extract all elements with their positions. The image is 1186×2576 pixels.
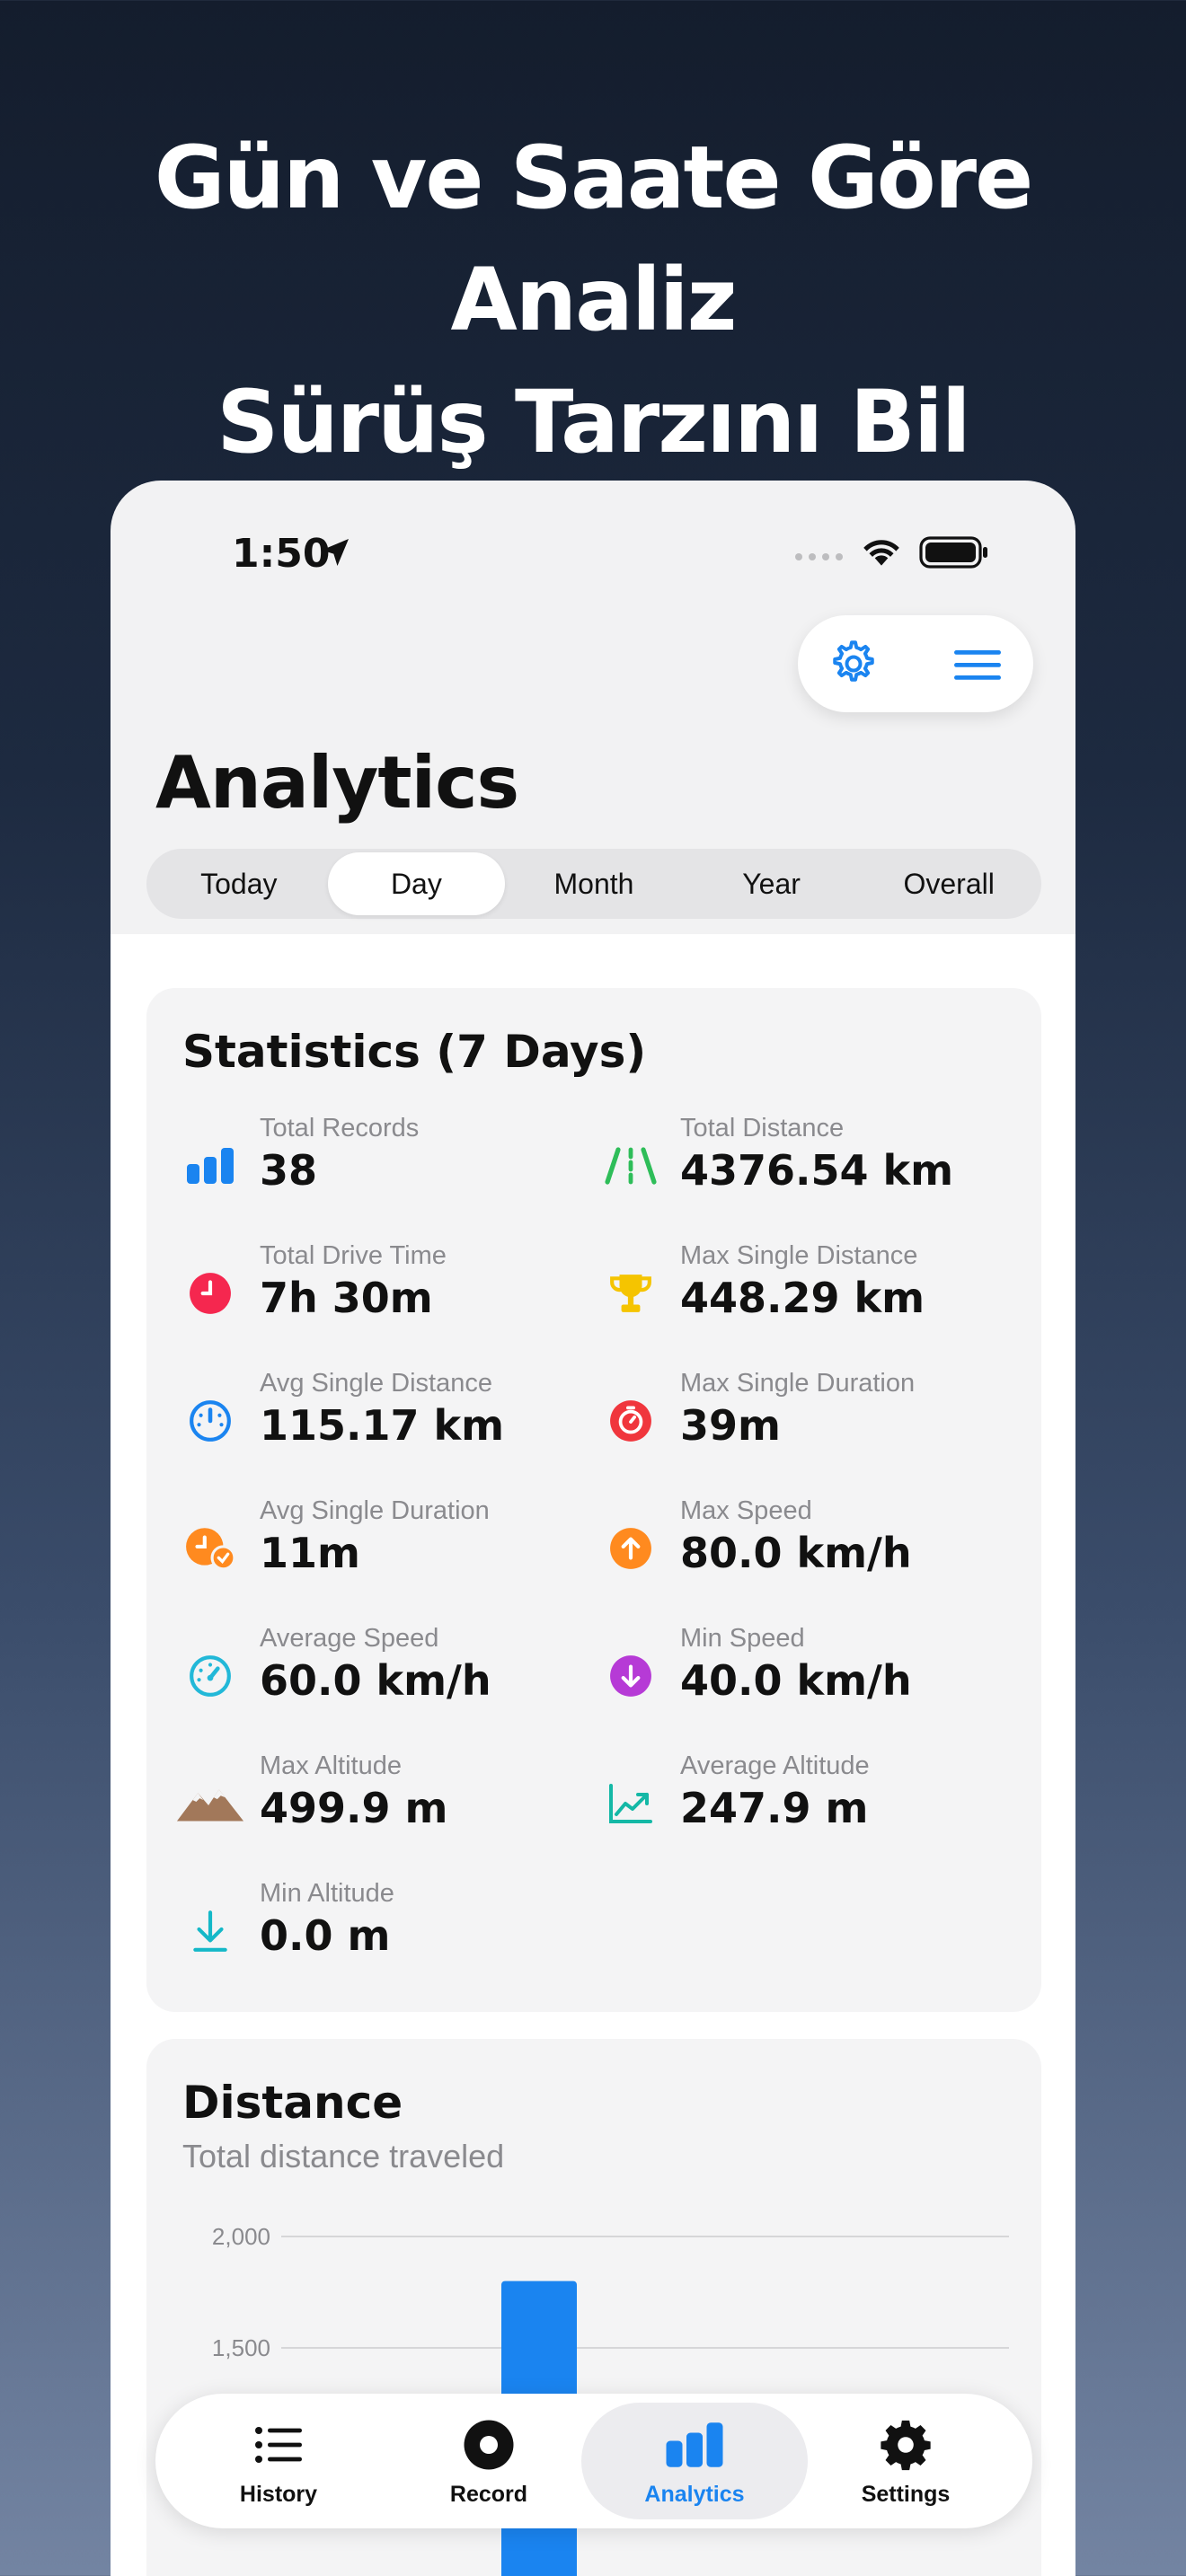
period-segmented-control: Today Day Month Year Overall (146, 849, 1041, 919)
distance-title: Distance (182, 2077, 403, 2129)
gear-icon[interactable] (825, 637, 879, 691)
record-icon (384, 2413, 594, 2476)
stat-average-altitude: Average Altitude 247.9 m (596, 1751, 1009, 1859)
stat-label: Total Drive Time (260, 1241, 447, 1270)
stat-max-single-distance: Max Single Distance 448.29 km (596, 1241, 1009, 1349)
stat-value: 4376.54 km (680, 1146, 954, 1195)
stat-value: 499.9 m (260, 1784, 448, 1832)
distance-subtitle: Total distance traveled (182, 2138, 505, 2175)
wifi-icon (863, 540, 899, 566)
stat-label: Total Records (260, 1114, 420, 1142)
stat-total-drive-time: Total Drive Time 7h 30m (175, 1241, 589, 1349)
stat-label: Avg Single Distance (260, 1369, 493, 1398)
stat-value: 38 (260, 1146, 318, 1195)
status-time: 1:50 (232, 531, 331, 577)
status-bar: 1:50 (111, 525, 1075, 588)
stat-label: Min Speed (680, 1624, 805, 1653)
stat-label: Max Single Distance (680, 1241, 918, 1270)
stat-label: Average Speed (260, 1624, 439, 1653)
tab-record[interactable]: Record (384, 2394, 594, 2528)
stat-min-altitude: Min Altitude 0.0 m (175, 1879, 589, 1987)
stat-label: Max Single Duration (680, 1369, 916, 1398)
statistics-title: Statistics (7 Days) (182, 1026, 647, 1078)
road-icon (596, 1134, 666, 1198)
location-arrow-icon (322, 539, 349, 566)
stat-value: 60.0 km/h (260, 1656, 491, 1705)
tab-label: History (239, 2482, 318, 2507)
stat-label: Average Altitude (680, 1751, 870, 1780)
headline-line-2: Sürüş Tarzını Bil (217, 372, 970, 472)
stat-label: Avg Single Duration (260, 1496, 490, 1525)
signal-icon (795, 553, 843, 560)
list-icon (173, 2413, 384, 2476)
tab-history[interactable]: History (173, 2394, 384, 2528)
stat-total-records: Total Records 38 (175, 1114, 589, 1222)
headline-line-1: Gün ve Saate Göre Analiz (154, 128, 1033, 350)
stat-min-speed: Min Speed 40.0 km/h (596, 1624, 1009, 1732)
stat-value: 0.0 m (260, 1911, 391, 1960)
tab-label: Record (449, 2482, 528, 2507)
stat-total-distance: Total Distance 4376.54 km (596, 1114, 1009, 1222)
stat-average-speed: Average Speed 60.0 km/h (175, 1624, 589, 1732)
statistics-card: Statistics (7 Days) Total Records 38 Tot… (146, 988, 1041, 2012)
stat-avg-single-duration: Avg Single Duration 11m (175, 1496, 589, 1604)
segment-day[interactable]: Day (327, 852, 506, 915)
battery-icon (919, 536, 987, 569)
bar-chart-icon (175, 1134, 245, 1198)
scroll-content[interactable]: Statistics (7 Days) Total Records 38 Tot… (111, 934, 1075, 2576)
segment-today[interactable]: Today (150, 852, 328, 915)
stat-value: 80.0 km/h (680, 1529, 912, 1577)
chart-y-tick-label: 2,000 (212, 2223, 270, 2250)
segment-overall[interactable]: Overall (860, 852, 1038, 915)
speedometer-icon (175, 1644, 245, 1708)
stat-value: 7h 30m (260, 1274, 433, 1322)
stat-max-altitude: Max Altitude 499.9 m (175, 1751, 589, 1859)
gauge-icon (175, 1389, 245, 1453)
stat-value: 39m (680, 1401, 781, 1450)
stat-label: Max Altitude (260, 1751, 402, 1780)
top-actions (798, 615, 1033, 712)
segment-month[interactable]: Month (505, 852, 683, 915)
stat-label: Min Altitude (260, 1879, 394, 1908)
tab-settings[interactable]: Settings (801, 2394, 1011, 2528)
arrow-down-circle-icon (596, 1644, 666, 1708)
clock-check-icon (175, 1516, 245, 1581)
arrow-up-circle-icon (596, 1516, 666, 1581)
stat-value: 448.29 km (680, 1274, 925, 1322)
stat-label: Max Speed (680, 1496, 812, 1525)
arrow-down-to-line-icon (175, 1899, 245, 1963)
tab-label: Settings (861, 2482, 951, 2507)
clock-icon (175, 1261, 245, 1326)
menu-icon[interactable] (951, 642, 1005, 687)
stat-label: Total Distance (680, 1114, 845, 1142)
tab-label: Analytics (644, 2482, 745, 2507)
segment-year[interactable]: Year (683, 852, 861, 915)
trophy-icon (596, 1261, 666, 1326)
stat-value: 40.0 km/h (680, 1656, 912, 1705)
headline: Gün ve Saate Göre Analiz Sürüş Tarzını B… (0, 117, 1186, 483)
mountain-icon (175, 1771, 245, 1836)
stat-value: 115.17 km (260, 1401, 505, 1450)
stat-value: 11m (260, 1529, 360, 1577)
chart-y-tick-label: 1,500 (212, 2334, 270, 2361)
tab-bar: History Record Analytics Settings (155, 2394, 1032, 2528)
gear-icon (801, 2413, 1011, 2476)
phone-screen: 1:50 Analytics Today Day Month Year Over… (111, 481, 1075, 2576)
stat-avg-single-distance: Avg Single Distance 115.17 km (175, 1369, 589, 1477)
tab-analytics[interactable]: Analytics (581, 2394, 808, 2528)
bar-chart-icon (589, 2413, 800, 2476)
page-title: Analytics (155, 741, 519, 825)
timer-icon (596, 1389, 666, 1453)
trend-chart-icon (596, 1771, 666, 1836)
stat-max-single-duration: Max Single Duration 39m (596, 1369, 1009, 1477)
stat-value: 247.9 m (680, 1784, 869, 1832)
stat-max-speed: Max Speed 80.0 km/h (596, 1496, 1009, 1604)
